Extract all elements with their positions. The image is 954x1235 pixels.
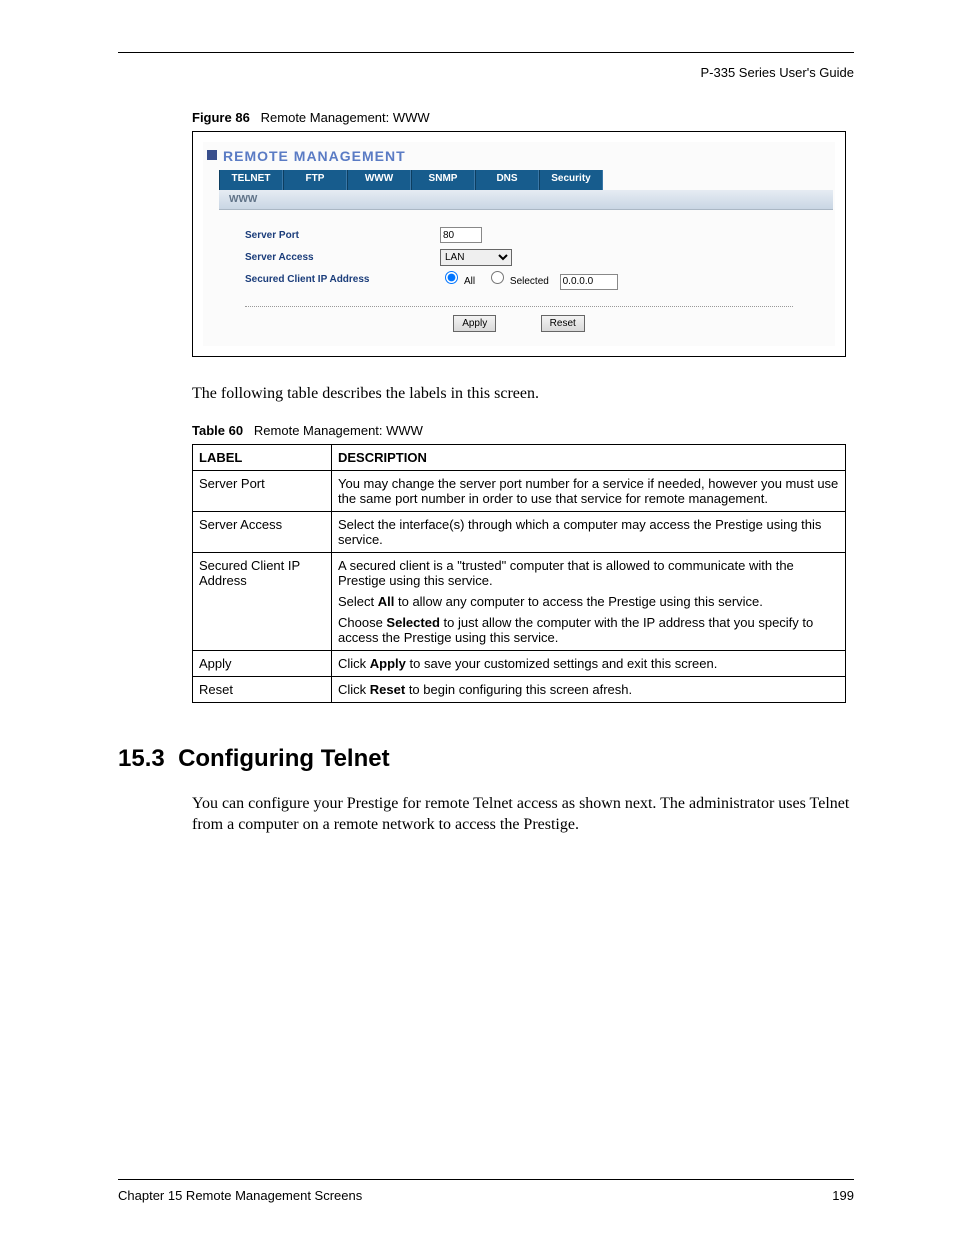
cell-description: A secured client is a "trusted" computer… bbox=[332, 552, 846, 650]
radio-all[interactable] bbox=[445, 271, 458, 284]
cell-description: Select the interface(s) through which a … bbox=[332, 511, 846, 552]
table-row: Server PortYou may change the server por… bbox=[193, 470, 846, 511]
cell-label: Server Access bbox=[193, 511, 332, 552]
radio-selected[interactable] bbox=[491, 271, 504, 284]
reset-button[interactable]: Reset bbox=[541, 315, 585, 332]
tab-dns[interactable]: DNS bbox=[475, 170, 539, 190]
footer-page: 199 bbox=[832, 1188, 854, 1203]
panel-title: REMOTE MANAGEMENT bbox=[207, 148, 833, 164]
section-heading: 15.3 Configuring Telnet bbox=[118, 745, 854, 773]
running-head: P-335 Series User's Guide bbox=[118, 65, 854, 80]
table-row: Secured Client IP AddressA secured clien… bbox=[193, 552, 846, 650]
label-secured-client: Secured Client IP Address bbox=[245, 274, 440, 285]
cell-label: Reset bbox=[193, 676, 332, 702]
label-server-access: Server Access bbox=[245, 252, 440, 263]
th-description: DESCRIPTION bbox=[332, 444, 846, 470]
figure-number: Figure 86 bbox=[192, 110, 250, 125]
tab-www[interactable]: WWW bbox=[347, 170, 411, 190]
table-row: ApplyClick Apply to save your customized… bbox=[193, 650, 846, 676]
separator bbox=[245, 306, 793, 307]
tab-strip: TELNET FTP WWW SNMP DNS Security bbox=[219, 170, 833, 190]
cell-label: Secured Client IP Address bbox=[193, 552, 332, 650]
tab-snmp[interactable]: SNMP bbox=[411, 170, 475, 190]
sub-tab-label: WWW bbox=[219, 190, 833, 210]
cell-label: Apply bbox=[193, 650, 332, 676]
figure-title: Remote Management: WWW bbox=[261, 110, 430, 125]
secured-client-ip-input[interactable] bbox=[560, 274, 618, 290]
table-row: Server AccessSelect the interface(s) thr… bbox=[193, 511, 846, 552]
tab-telnet[interactable]: TELNET bbox=[219, 170, 283, 190]
section-body: You can configure your Prestige for remo… bbox=[192, 793, 854, 836]
cell-description: Click Apply to save your customized sett… bbox=[332, 650, 846, 676]
cell-description: Click Reset to begin configuring this sc… bbox=[332, 676, 846, 702]
tab-ftp[interactable]: FTP bbox=[283, 170, 347, 190]
section-title: Configuring Telnet bbox=[178, 745, 390, 772]
server-port-input[interactable] bbox=[440, 227, 482, 243]
table-row: ResetClick Reset to begin configuring th… bbox=[193, 676, 846, 702]
label-server-port: Server Port bbox=[245, 230, 440, 241]
cell-description: You may change the server port number fo… bbox=[332, 470, 846, 511]
cell-label: Server Port bbox=[193, 470, 332, 511]
radio-all-label: All bbox=[464, 276, 475, 287]
description-table: LABEL DESCRIPTION Server PortYou may cha… bbox=[192, 444, 846, 703]
section-number: 15.3 bbox=[118, 745, 165, 772]
apply-button[interactable]: Apply bbox=[453, 315, 496, 332]
radio-selected-label: Selected bbox=[510, 276, 549, 287]
th-label: LABEL bbox=[193, 444, 332, 470]
server-access-select[interactable]: LAN bbox=[440, 249, 512, 266]
intro-text: The following table describes the labels… bbox=[192, 383, 854, 405]
embedded-screenshot: REMOTE MANAGEMENT TELNET FTP WWW SNMP DN… bbox=[192, 131, 846, 357]
table-caption: Table 60 Remote Management: WWW bbox=[192, 423, 854, 438]
table-number: Table 60 bbox=[192, 423, 243, 438]
table-title: Remote Management: WWW bbox=[254, 423, 423, 438]
figure-caption: Figure 86 Remote Management: WWW bbox=[192, 110, 854, 125]
tab-security[interactable]: Security bbox=[539, 170, 603, 190]
footer-chapter: Chapter 15 Remote Management Screens bbox=[118, 1188, 362, 1203]
